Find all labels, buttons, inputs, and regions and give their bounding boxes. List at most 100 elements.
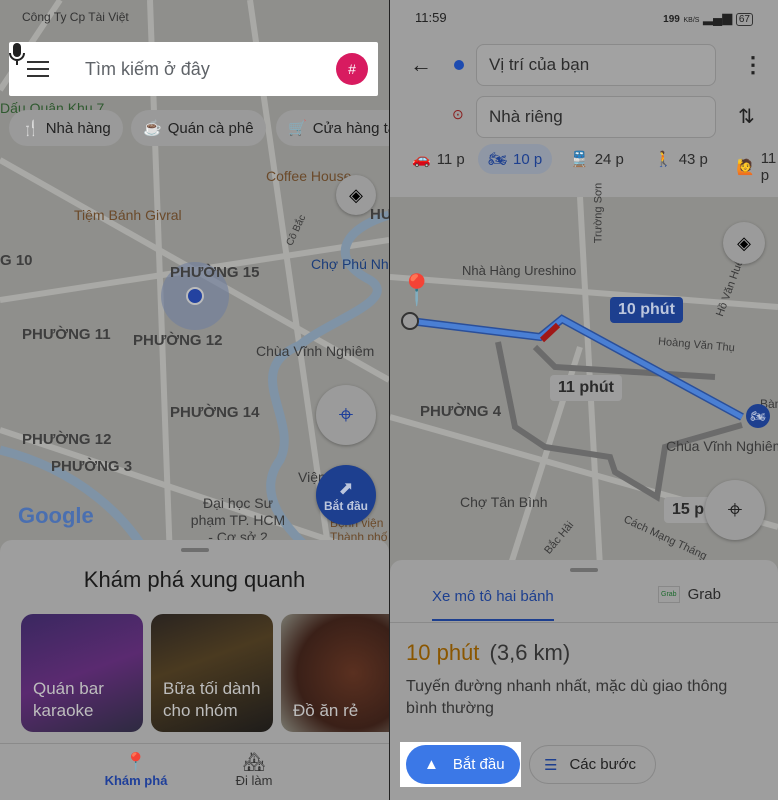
card-group-dinner[interactable]: Bữa tối dành cho nhóm (151, 614, 273, 732)
directions-screen: 11:59 199 KB/S ▂▄▆ 67 ← ⊙ Vị trí của bạn… (390, 0, 778, 800)
route-label-11[interactable]: 11 phút (550, 375, 623, 401)
commute-building-icon: 🏘 (242, 752, 266, 772)
walk-icon: 🚶 (654, 151, 673, 168)
destination-pin-icon: ⊙ (452, 106, 464, 122)
fork-knife-icon: 🍴 (21, 120, 40, 137)
motorbike-position-icon: 🏍 (746, 404, 770, 428)
tab-motorbike[interactable]: Xe mô tô hai bánh (432, 588, 554, 621)
bottom-nav: 📍 Khám phá 🏘 Đi làm (0, 743, 389, 800)
mode-time: 24 p (594, 150, 624, 168)
sheet-title: Khám phá xung quanh (83, 567, 306, 592)
search-bar[interactable]: Tìm kiếm ở đây # (9, 42, 378, 96)
route-map[interactable]: 📍 Trường Sơn Nhà Hàng Ureshino Hồ Văn Hu… (390, 183, 778, 567)
directions-start-fab[interactable]: ⬈ Bắt đầu (316, 465, 376, 525)
map-label: Chợ Tân Bình (460, 494, 548, 510)
map-label: PHƯỜNG 11 (22, 326, 111, 343)
explore-sheet: Khám phá xung quanh Quán bar karaoke Bữa… (0, 540, 389, 800)
mode-time: 10 p (513, 150, 543, 168)
route-label-10[interactable]: 10 phút (610, 297, 683, 323)
search-input[interactable]: Tìm kiếm ở đây (85, 59, 310, 80)
speed-unit: KB/S (683, 17, 700, 24)
map-label: Chùa Vĩnh Nghiêm (256, 343, 375, 359)
sheet-handle[interactable] (180, 548, 209, 552)
map-label: PHƯỜNG 15 (170, 264, 260, 281)
nav-explore[interactable]: 📍 Khám phá (100, 752, 172, 788)
status-time: 11:59 (415, 10, 447, 25)
car-icon: 🚗 (412, 151, 431, 168)
map-view[interactable]: Công Ty Cp Tài Việt Dấu Quân Khu 7 Coffe… (0, 0, 389, 560)
chip-restaurants[interactable]: 🍴 Nhà hàng (9, 110, 123, 146)
divider (390, 622, 778, 623)
map-label: Đại học Sư phạm TP. HCM - Cơ sở 2 (190, 495, 286, 545)
my-location-button[interactable]: ⌖ (316, 385, 376, 445)
location-target-icon: ⌖ (338, 399, 354, 429)
swap-icon[interactable]: ⇅ (738, 104, 755, 129)
mode-time: 11 p (760, 150, 777, 184)
mode-transit[interactable]: 🚆 24 p (570, 150, 624, 169)
destination-marker-icon: 📍 (398, 274, 436, 307)
layers-icon: ◈ (737, 232, 751, 253)
avatar[interactable]: # (336, 53, 368, 85)
grab-logo: Grab (658, 586, 680, 603)
map-label: PHƯỜNG 4 (420, 403, 502, 420)
map-label: PHƯỜNG 14 (170, 404, 260, 421)
card-label: Đồ ăn rẻ (293, 701, 359, 720)
explore-screen: Công Ty Cp Tài Việt Dấu Quân Khu 7 Coffe… (0, 0, 389, 800)
coffee-cup-icon: ☕ (143, 120, 162, 137)
directions-icon: ⬈ (338, 477, 354, 498)
map-label: Nhà Hàng Ureshino (462, 263, 577, 278)
motorbike-icon: 🏍 (488, 151, 508, 168)
tab-label: Grab (687, 586, 721, 603)
map-label: PHƯỜNG 3 (51, 458, 133, 475)
button-label: Bắt đầu (452, 756, 505, 773)
chip-cafes[interactable]: ☕ Quán cà phê (131, 110, 266, 146)
map-label: Tiệm Bánh Givral (74, 207, 182, 223)
fab-label: Bắt đầu (323, 498, 368, 513)
directions-header: 11:59 199 KB/S ▂▄▆ 67 ← ⊙ Vị trí của bạn… (390, 0, 778, 197)
layers-icon: ◈ (349, 184, 363, 205)
card-label: Bữa tối dành cho nhóm (163, 679, 261, 720)
nav-label: Khám phá (104, 773, 168, 788)
map-label: Trường Sơn (592, 182, 605, 244)
chip-grocery[interactable]: 🛒 Cửa hàng tạp hóa (276, 110, 389, 146)
origin-input[interactable]: Vị trí của bạn (476, 44, 716, 86)
my-location-button[interactable]: ⌖ (705, 480, 765, 540)
location-pin-icon: 📍 (124, 752, 148, 772)
transit-icon: 🚆 (570, 151, 589, 168)
map-label: PHƯỜNG 12 (133, 332, 223, 349)
map-label: G 10 (0, 252, 33, 269)
mode-walk[interactable]: 🚶 43 p (654, 150, 708, 169)
layers-button[interactable]: ◈ (336, 175, 376, 215)
card-karaoke[interactable]: Quán bar karaoke (21, 614, 143, 732)
route-note: Tuyến đường nhanh nhất, mặc dù giao thôn… (406, 678, 728, 717)
start-navigation-button[interactable]: ▲ Bắt đầu (406, 745, 520, 784)
chip-label: Quán cà phê (167, 119, 254, 137)
sheet-handle[interactable] (570, 568, 598, 572)
alt-route-15[interactable] (495, 341, 743, 502)
map-label: HU (370, 206, 389, 223)
destination-input[interactable]: Nhà riêng (476, 96, 716, 138)
more-options-icon[interactable]: ⋮ (742, 52, 764, 78)
menu-icon[interactable] (27, 61, 49, 77)
tab-grab[interactable]: Grab Grab (658, 586, 721, 603)
status-text: Công Ty Cp Tài Việt (22, 10, 129, 24)
map-label: Chợ Phú Nhuận (311, 256, 389, 272)
steps-button[interactable]: ☰ Các bước (529, 745, 656, 784)
button-label: Các bước (569, 756, 637, 773)
location-target-icon: ⌖ (727, 494, 743, 524)
navigation-arrow-icon: ▲ (424, 756, 439, 773)
mode-motorbike[interactable]: 🏍 10 p (478, 144, 553, 174)
route-distance: (3,6 km) (489, 640, 571, 665)
layers-button[interactable]: ◈ (723, 222, 765, 264)
cart-icon: 🛒 (288, 120, 307, 137)
nav-label: Đi làm (235, 773, 273, 788)
google-logo: Google (18, 503, 94, 528)
back-arrow-icon[interactable]: ← (410, 52, 432, 78)
mode-ride[interactable]: 🙋 11 p (736, 150, 778, 184)
battery-level: 67 (735, 13, 753, 26)
map-label: Chùa Vĩnh Nghiêm (666, 438, 778, 454)
card-cheap-food[interactable]: Đồ ăn rẻ (281, 614, 389, 732)
map-label: Coffee House (266, 168, 352, 184)
nav-commute[interactable]: 🏘 Đi làm (218, 752, 290, 788)
mode-car[interactable]: 🚗 11 p (412, 150, 465, 169)
